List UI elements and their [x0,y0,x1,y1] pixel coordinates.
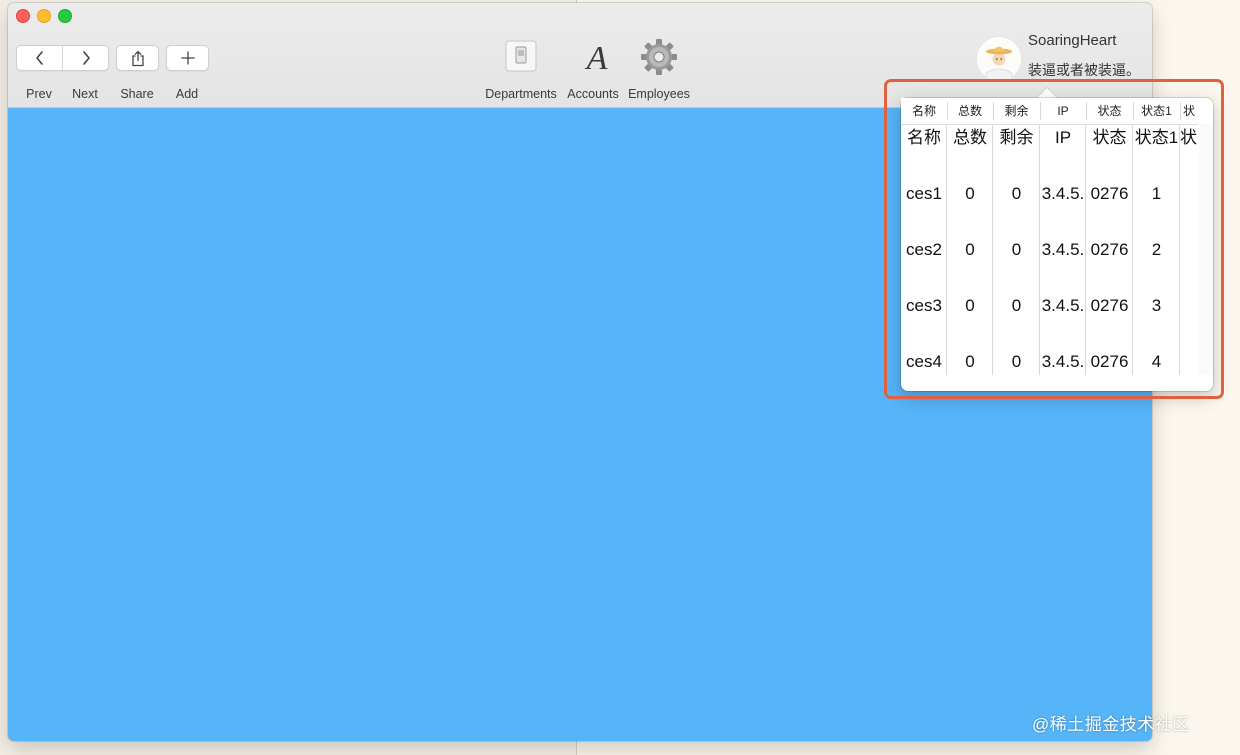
share-button-inner [117,46,158,70]
share-icon [131,50,144,66]
svg-text:A: A [585,40,608,74]
zoom-window-button[interactable] [58,9,72,23]
chevron-right-icon [82,51,90,65]
prev-label: Prev [26,87,52,101]
accounts-button[interactable]: A [581,40,613,74]
departments-label: Departments [485,87,557,101]
avatar[interactable] [976,36,1022,82]
share-label: Share [120,87,154,101]
prev-button[interactable] [17,46,62,70]
close-window-button[interactable] [16,9,30,23]
minimize-window-button[interactable] [37,9,51,23]
employees-label: Employees [628,87,690,101]
annotation-highlight-box [884,79,1224,399]
add-button[interactable] [166,45,209,71]
next-label: Next [72,87,98,101]
switch-icon [505,40,537,72]
accounts-label: Accounts [567,87,619,101]
add-label: Add [175,87,199,101]
avatar-icon [977,37,1021,81]
departments-button[interactable] [505,40,537,74]
watermark: @稀土掘金技术社区 [1032,715,1190,734]
share-button[interactable] [116,45,159,71]
add-button-inner [167,46,208,70]
font-a-icon: A [585,40,608,74]
employees-button[interactable] [640,38,678,76]
chevron-left-icon [35,51,43,65]
user-name: SoaringHeart [1028,32,1117,49]
gear-icon [641,39,677,75]
user-motto: 装逼或者被装逼。 [1028,62,1140,78]
next-button[interactable] [63,46,108,70]
plus-icon [180,51,195,65]
nav-segmented-control [16,45,109,71]
